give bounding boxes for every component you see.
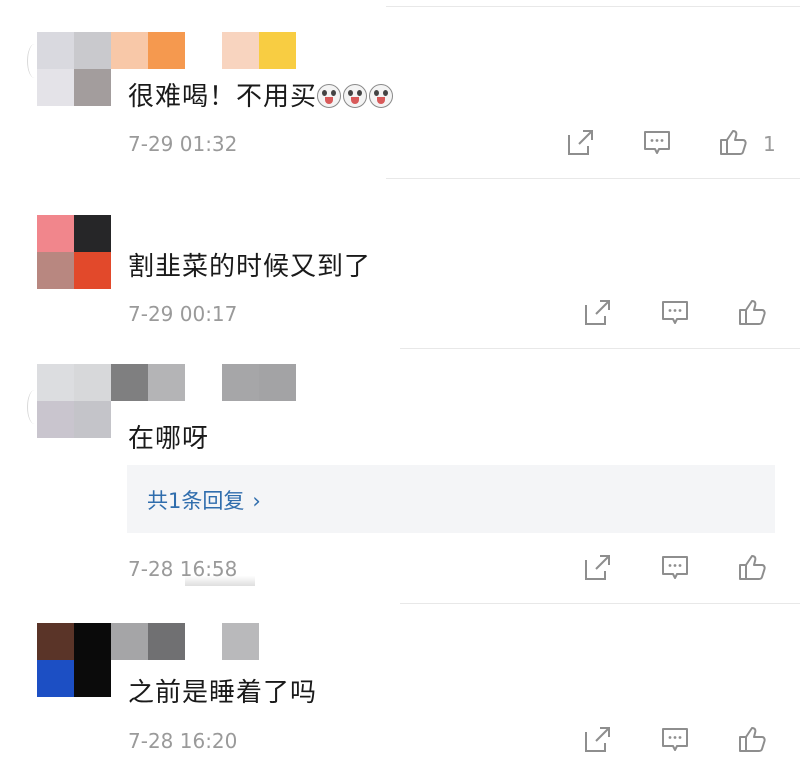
avatar[interactable] xyxy=(37,215,111,289)
share-icon[interactable] xyxy=(582,553,612,583)
share-icon[interactable] xyxy=(582,298,612,328)
laughing-crying-face-icon xyxy=(343,84,368,108)
thumbs-up-icon[interactable] xyxy=(718,127,748,157)
comment-item-4: 之前是睡着了吗 7-28 16:20 xyxy=(0,605,800,771)
comment-text: 很难喝！不用买 xyxy=(128,76,395,113)
comment-divider xyxy=(400,603,800,604)
like-count: 1 xyxy=(763,132,776,156)
laughing-crying-face-icon xyxy=(317,84,342,108)
comment-time: 7-29 01:32 xyxy=(128,132,238,156)
share-icon[interactable] xyxy=(565,128,595,158)
thumbs-up-icon[interactable] xyxy=(737,297,767,327)
view-replies-link[interactable]: 共1条回复 › xyxy=(147,485,261,515)
comment-time: 7-28 16:58 xyxy=(128,557,238,581)
comment-time: 7-29 00:17 xyxy=(128,302,238,326)
comment-item-1: 很难喝！不用买 7-29 01:32 1 xyxy=(0,0,800,180)
comment-text: 割韭菜的时候又到了 xyxy=(128,252,372,282)
comment-item-2: 割韭菜的时候又到了 7-29 00:17 xyxy=(0,180,800,350)
comment-icon[interactable] xyxy=(660,725,690,755)
comment-text: 在哪呀 xyxy=(128,424,210,454)
thumbs-up-icon[interactable] xyxy=(737,724,767,754)
comment-icon[interactable] xyxy=(642,128,672,158)
laughing-crying-face-icon xyxy=(369,84,394,108)
comment-divider xyxy=(386,178,800,179)
comment-divider xyxy=(400,348,800,349)
replies-panel: 共1条回复 › xyxy=(127,465,775,533)
comment-time: 7-28 16:20 xyxy=(128,729,238,753)
share-icon[interactable] xyxy=(582,725,612,755)
comment-icon[interactable] xyxy=(660,298,690,328)
comment-item-3: 在哪呀 共1条回复 › 7-28 16:58 xyxy=(0,350,800,605)
chevron-right-icon: › xyxy=(252,489,261,513)
thumbs-up-icon[interactable] xyxy=(737,552,767,582)
comment-text: 之前是睡着了吗 xyxy=(128,678,318,708)
comment-icon[interactable] xyxy=(660,553,690,583)
